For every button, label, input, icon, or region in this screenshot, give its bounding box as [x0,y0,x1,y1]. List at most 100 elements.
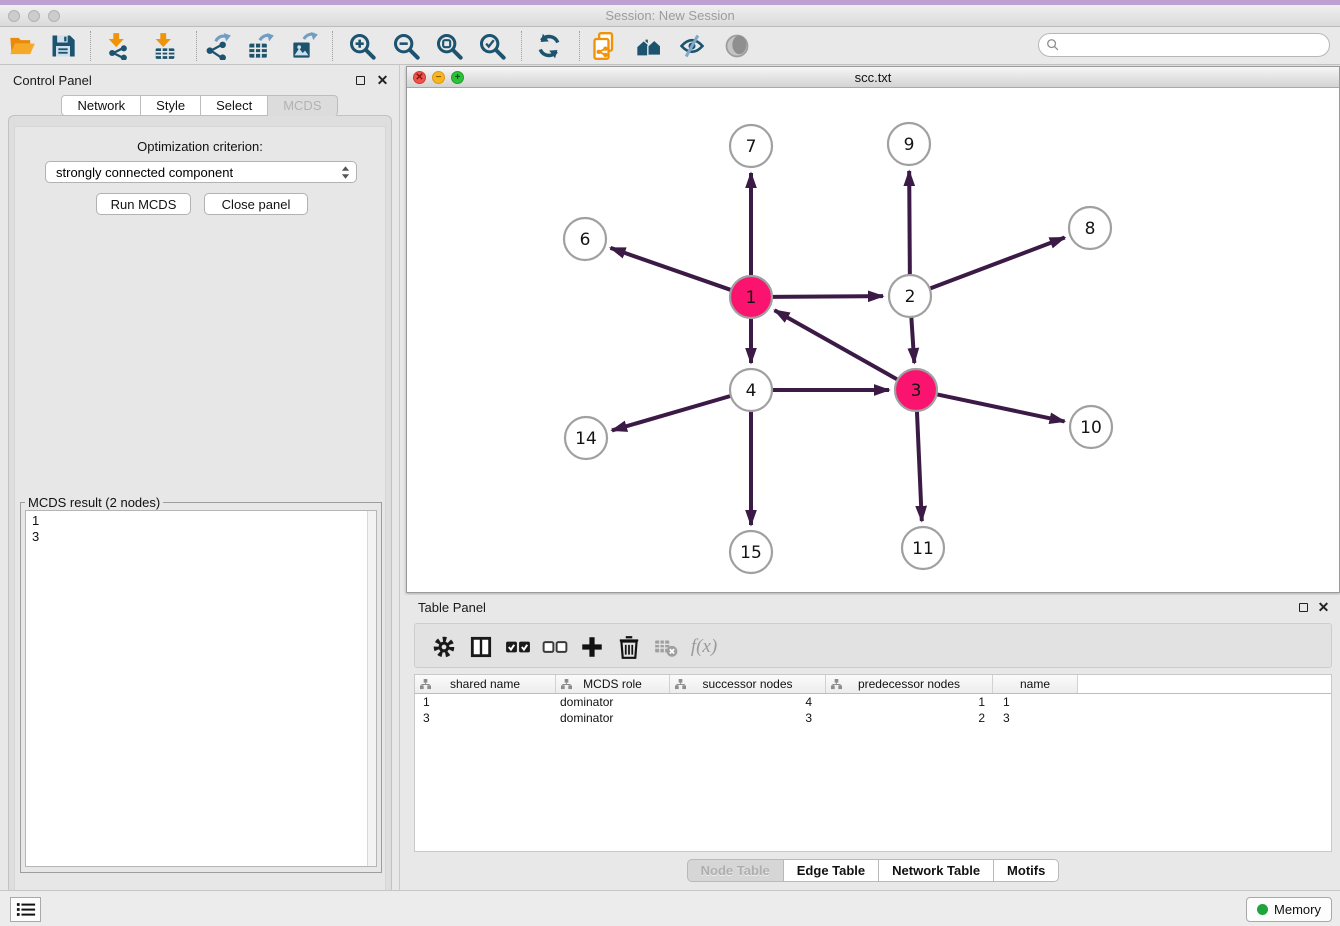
graph-node-3[interactable]: 3 [895,369,937,411]
graph-node-2[interactable]: 2 [889,275,931,317]
graph-edge-3-10[interactable] [937,394,1065,421]
import-table-button[interactable] [149,30,181,62]
graph-node-15[interactable]: 15 [730,531,772,573]
show-columns-button[interactable] [464,630,498,664]
network-canvas[interactable]: 1 2 3 4 6 7 8 9 10 11 14 15 [407,88,1339,592]
import-network-icon [104,32,132,60]
graph-node-8[interactable]: 8 [1069,207,1111,249]
graph-node-9[interactable]: 9 [888,123,930,165]
float-panel-icon[interactable] [354,74,367,87]
graph-node-11[interactable]: 11 [902,527,944,569]
clone-network-button[interactable] [589,30,621,62]
tab-motifs[interactable]: Motifs [994,859,1059,882]
function-builder-button[interactable]: f(x) [687,630,721,664]
close-table-panel-icon[interactable]: ✕ [1317,601,1330,614]
mcds-result-scrollbar[interactable] [367,511,376,866]
graph-edge-1-2[interactable] [772,296,883,297]
save-session-button[interactable] [47,30,79,62]
graph-edge-4-14[interactable] [612,396,731,431]
column-header-name[interactable]: name [993,675,1078,693]
table-tabs: Node Table Edge Table Network Table Moti… [406,859,1340,882]
list-icon [16,902,36,917]
zoom-fit-button[interactable] [433,30,465,62]
table-cell[interactable]: 3 [670,710,826,726]
svg-text:6: 6 [580,230,591,250]
control-panel-title: Control Panel [13,73,92,88]
criterion-select-value: strongly connected component [56,165,341,180]
tab-style[interactable]: Style [141,95,201,116]
hide-selected-button[interactable] [676,30,708,62]
tab-node-table[interactable]: Node Table [687,859,784,882]
graph-edge-3-1[interactable] [775,310,898,379]
table-settings-button[interactable] [427,630,461,664]
graph-edge-2-3[interactable] [911,317,914,363]
zoom-out-icon [392,32,420,60]
refresh-icon [535,32,563,60]
delete-table-icon [653,634,679,660]
graph-node-14[interactable]: 14 [565,417,607,459]
zoom-out-button[interactable] [390,30,422,62]
close-panel-button[interactable]: Close panel [204,193,308,215]
graph-node-10[interactable]: 10 [1070,406,1112,448]
delete-column-button[interactable] [612,630,646,664]
zoom-in-button[interactable] [346,30,378,62]
task-history-button[interactable] [10,897,41,922]
select-all-button[interactable] [501,630,535,664]
import-network-button[interactable] [102,30,134,62]
zoom-selected-icon [478,32,506,60]
graph-edge-2-9[interactable] [909,171,910,275]
table-cell[interactable]: dominator [556,710,670,726]
open-session-button[interactable] [6,30,38,62]
deselect-all-button[interactable] [538,630,572,664]
table-cell[interactable]: 1 [826,694,993,710]
network-graph[interactable]: 1 2 3 4 6 7 8 9 10 11 14 15 [407,88,1339,592]
column-header-successor-nodes[interactable]: successor nodes [670,675,826,693]
export-table-button[interactable] [245,30,277,62]
search-field[interactable] [1038,33,1330,57]
graph-node-6[interactable]: 6 [564,218,606,260]
delete-table-button[interactable] [649,630,683,664]
table-cell[interactable]: dominator [556,694,670,710]
column-header-predecessor-nodes[interactable]: predecessor nodes [826,675,993,693]
criterion-select[interactable]: strongly connected component [45,161,357,183]
table-cell[interactable]: 3 [993,710,1078,726]
run-mcds-button[interactable]: Run MCDS [96,193,191,215]
table-row[interactable]: 1dominator411 [415,694,1331,710]
float-table-panel-icon[interactable] [1297,601,1310,614]
column-header-shared-name[interactable]: shared name [415,675,556,693]
toolbar-separator [196,31,197,61]
table-cell[interactable]: 1 [993,694,1078,710]
tab-network[interactable]: Network [61,95,141,116]
export-image-button[interactable] [289,30,321,62]
graph-node-7[interactable]: 7 [730,125,772,167]
search-input[interactable] [1060,36,1329,54]
table-row[interactable]: 3dominator323 [415,710,1331,726]
table-cell[interactable]: 3 [415,710,556,726]
neighbors-button[interactable] [633,30,665,62]
graph-edge-1-6[interactable] [610,248,731,290]
tab-network-table[interactable]: Network Table [879,859,994,882]
export-network-button[interactable] [202,30,234,62]
render-sphere-button[interactable] [721,30,753,62]
memory-button[interactable]: Memory [1246,897,1332,922]
refresh-network-button[interactable] [533,30,565,62]
tab-edge-table[interactable]: Edge Table [784,859,879,882]
toolbar-separator [90,31,91,61]
add-column-button[interactable] [575,630,609,664]
table-cell[interactable]: 1 [415,694,556,710]
tab-select[interactable]: Select [201,95,268,116]
zoom-selected-button[interactable] [476,30,508,62]
table-cell[interactable]: 2 [826,710,993,726]
column-header-mcds-role[interactable]: MCDS role [556,675,670,693]
graph-node-4[interactable]: 4 [730,369,772,411]
select-all-icon [505,634,531,660]
graph-edge-2-8[interactable] [930,238,1065,289]
save-icon [49,32,77,60]
tab-mcds[interactable]: MCDS [268,95,337,116]
mcds-result-text[interactable]: 1 3 [26,511,366,866]
graph-node-1[interactable]: 1 [730,276,772,318]
toolbar-separator [579,31,580,61]
graph-edge-3-11[interactable] [917,411,922,521]
close-panel-icon[interactable]: ✕ [376,74,389,87]
table-cell[interactable]: 4 [670,694,826,710]
